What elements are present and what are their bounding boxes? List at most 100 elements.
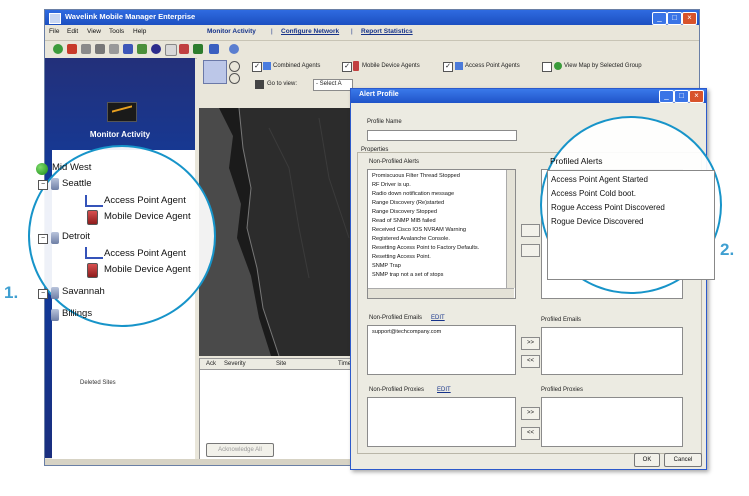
close-button[interactable]: × [682, 12, 697, 25]
list-item[interactable]: Rogue Device Discovered [551, 217, 644, 226]
list-item[interactable]: Radio down notification message [372, 191, 454, 197]
view-select[interactable]: - Select A [313, 79, 353, 91]
edit-emails-link[interactable]: EDIT [431, 315, 445, 321]
profiled-alerts-list[interactable]: Access Point Agent Started Access Point … [547, 170, 715, 280]
list-item[interactable]: SNMP trap not a set of stops [372, 272, 443, 278]
menu-tools[interactable]: Tools [109, 28, 124, 35]
remove-alert-button[interactable] [521, 244, 540, 257]
list-item[interactable]: Received Cisco IOS NVRAM Warning [372, 227, 466, 233]
profiled-emails-list[interactable] [541, 327, 683, 375]
pan-icon[interactable] [203, 60, 227, 84]
dialog-close-button[interactable]: × [689, 90, 704, 103]
dialog-minimize-button[interactable]: _ [659, 90, 674, 103]
list-item[interactable]: Access Point Cold boot. [551, 189, 636, 198]
server-icon [51, 287, 59, 299]
people-icon[interactable] [123, 44, 133, 54]
list-item[interactable]: Resetting Access Point to Factory Defaul… [372, 245, 479, 251]
tree-item-access-point-agent[interactable]: Access Point Agent [104, 195, 186, 206]
collapse-icon[interactable]: − [38, 234, 48, 244]
add-alert-button[interactable] [521, 224, 540, 237]
add-email-button[interactable]: >> [521, 337, 540, 350]
go-to-view-icon [255, 80, 264, 89]
menu-view[interactable]: View [87, 28, 101, 35]
nav-separator-2: | [351, 28, 353, 35]
non-profiled-alerts-list[interactable]: Promiscuous Filter Thread Stopped RF Dri… [367, 169, 516, 299]
toolbar [45, 40, 699, 59]
menu-edit[interactable]: Edit [67, 28, 78, 35]
nav-monitor-activity[interactable]: Monitor Activity [207, 28, 256, 35]
column-site[interactable]: Site [276, 361, 286, 367]
callout-tree-magnifier: Mid West − Seattle Access Point Agent Mo… [28, 145, 216, 327]
list-item[interactable]: Range Discovery (Re)started [372, 200, 444, 206]
access-point-icon [85, 247, 103, 259]
collapse-icon[interactable]: − [38, 289, 48, 299]
zoom-out-icon[interactable] [229, 73, 240, 84]
dialog-maximize-button[interactable]: □ [674, 90, 689, 103]
copy-icon[interactable] [109, 44, 119, 54]
profile-name-input[interactable] [367, 130, 517, 141]
add-proxy-button[interactable]: >> [521, 407, 540, 420]
horizontal-scrollbar[interactable] [368, 288, 514, 298]
tree-root[interactable]: Mid West [52, 162, 91, 173]
menu-help[interactable]: Help [133, 28, 146, 35]
deleted-sites-item[interactable]: Deleted Sites [80, 380, 116, 386]
minimize-button[interactable]: _ [652, 12, 667, 25]
tree-item-savannah[interactable]: Savannah [62, 286, 105, 297]
tree-item-mobile-device-agent[interactable]: Mobile Device Agent [104, 264, 191, 275]
ok-button[interactable]: OK [634, 453, 660, 467]
chart-icon[interactable] [193, 44, 203, 54]
refresh-icon[interactable] [151, 44, 161, 54]
help-icon[interactable] [229, 44, 239, 54]
profiled-alerts-label: Profiled Alerts [550, 156, 603, 166]
database-icon[interactable] [179, 44, 189, 54]
list-item[interactable]: Read of SNMP MIB failed [372, 218, 436, 224]
tree-item-billings[interactable]: Billings [62, 308, 92, 319]
alert-icon[interactable] [67, 44, 77, 54]
remove-proxy-button[interactable]: << [521, 427, 540, 440]
column-ack[interactable]: Ack [206, 361, 216, 367]
print-icon[interactable] [95, 44, 105, 54]
nav-report-statistics[interactable]: Report Statistics [361, 28, 413, 35]
nav-configure-network[interactable]: Configure Network [281, 28, 339, 35]
cancel-button[interactable]: Cancel [664, 453, 702, 467]
column-severity[interactable]: Severity [224, 361, 246, 367]
upload-icon[interactable] [137, 44, 147, 54]
list-item[interactable]: Rogue Access Point Discovered [551, 203, 665, 212]
maximize-button[interactable]: □ [667, 12, 682, 25]
acknowledge-all-button[interactable]: Acknowledge All [206, 443, 274, 457]
list-item[interactable]: RF Driver is up. [372, 182, 411, 188]
window-icon[interactable] [165, 44, 177, 56]
zoom-in-icon[interactable] [229, 61, 240, 72]
tree-item-seattle[interactable]: Seattle [62, 178, 92, 189]
combined-agents-checkbox[interactable]: ✓ [252, 62, 262, 72]
mobile-agents-checkbox[interactable]: ✓ [342, 62, 352, 72]
grid-icon[interactable] [81, 44, 91, 54]
window-title: Wavelink Mobile Manager Enterprise [65, 12, 196, 21]
collapse-icon[interactable]: − [38, 180, 48, 190]
non-profiled-proxies-list[interactable] [367, 397, 516, 447]
settings-icon[interactable] [209, 44, 219, 54]
non-profiled-emails-list[interactable]: support@techcompany.com [367, 325, 516, 375]
profiled-proxies-list[interactable] [541, 397, 683, 447]
globe-icon[interactable] [53, 44, 63, 54]
edit-proxies-link[interactable]: EDIT [437, 387, 451, 393]
vertical-scrollbar[interactable] [506, 170, 515, 288]
access-point-agents-checkbox[interactable]: ✓ [443, 62, 453, 72]
email-item[interactable]: support@techcompany.com [372, 329, 441, 335]
remove-email-button[interactable]: << [521, 355, 540, 368]
access-point-agents-label: Access Point Agents [465, 63, 520, 69]
list-item[interactable]: Registered Avalanche Console. [372, 236, 450, 242]
title-bar: Wavelink Mobile Manager Enterprise _ □ × [45, 10, 699, 25]
list-item[interactable]: Resetting Access Point. [372, 254, 431, 260]
tree-item-detroit[interactable]: Detroit [62, 231, 90, 242]
mobile-device-icon [87, 263, 98, 278]
menu-file[interactable]: File [49, 28, 59, 35]
list-item[interactable]: Promiscuous Filter Thread Stopped [372, 173, 460, 179]
tree-item-mobile-device-agent[interactable]: Mobile Device Agent [104, 211, 191, 222]
mobile-device-icon [87, 210, 98, 225]
view-map-checkbox[interactable] [542, 62, 552, 72]
list-item[interactable]: Range Discovery Stopped [372, 209, 437, 215]
list-item[interactable]: SNMP Trap [372, 263, 401, 269]
list-item[interactable]: Access Point Agent Started [551, 175, 648, 184]
tree-item-access-point-agent[interactable]: Access Point Agent [104, 248, 186, 259]
